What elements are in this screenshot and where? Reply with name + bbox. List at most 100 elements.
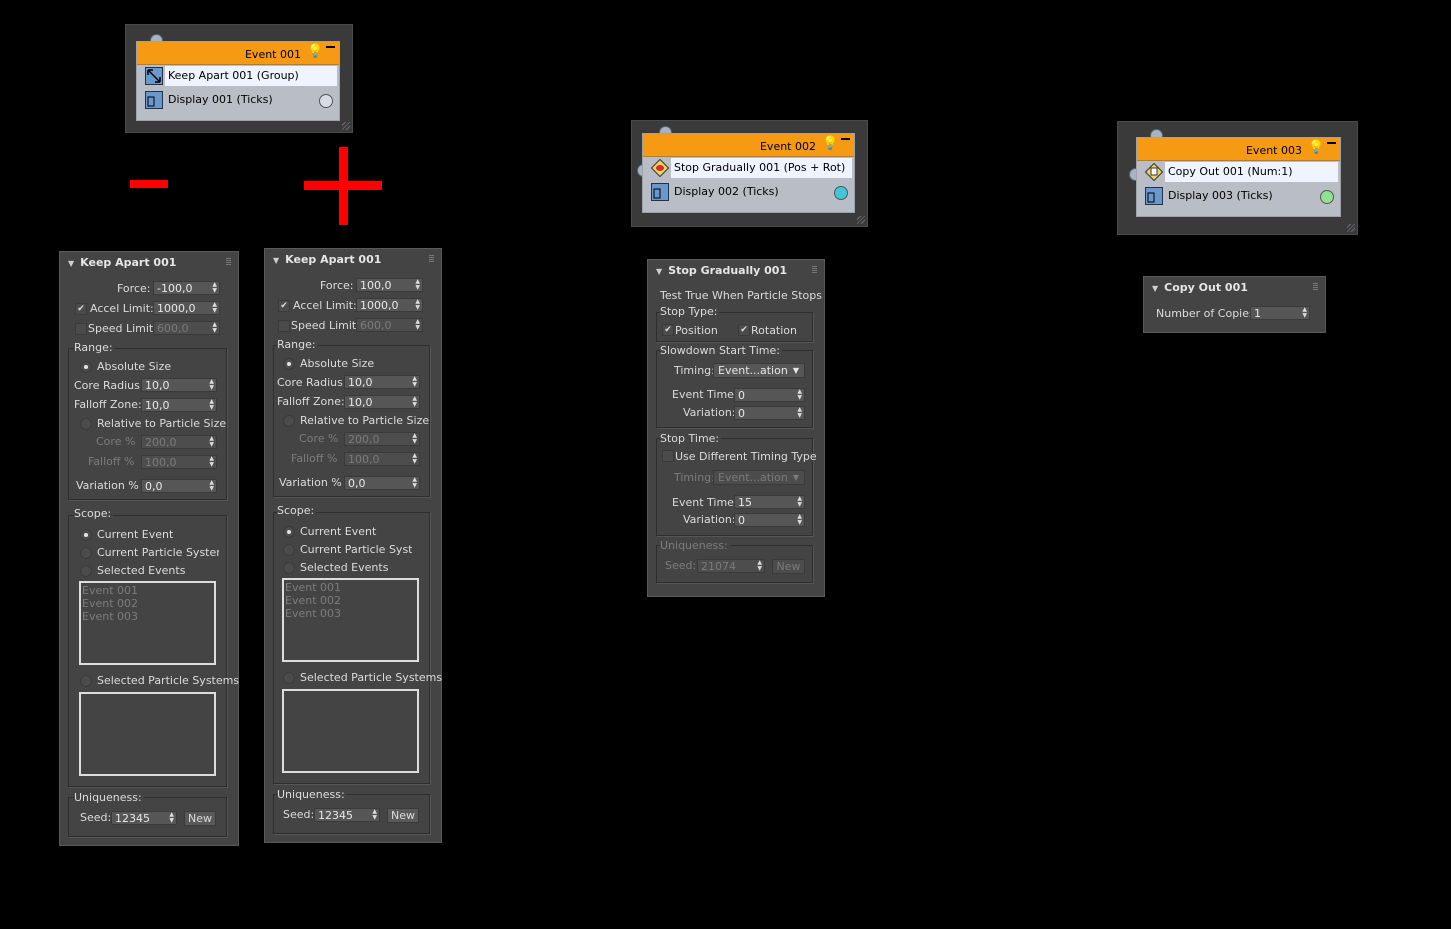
timing-dropdown[interactable]: Event...ation ▼ [713,363,805,378]
event-001-node[interactable]: Event 001 💡 Keep Apart 001 (Group) Displ… [125,24,353,133]
speed-limit-checkbox[interactable] [278,320,290,332]
lightbulb-icon[interactable]: 💡 [822,136,838,152]
resize-grip[interactable] [342,122,350,130]
rollout-header[interactable]: ▼ Stop Gradually 001 [656,264,787,277]
collapse-triangle-icon[interactable]: ▼ [1152,284,1158,293]
seed-spinner[interactable]: 12345 ▲ ▼ [314,808,380,822]
new-seed-button[interactable]: New [772,559,805,574]
operator-display[interactable]: Display 003 (Ticks) [1137,185,1340,209]
spinner-arrows-icon[interactable]: ▲ ▼ [372,809,377,821]
spinner-arrows-icon[interactable]: ▲ ▼ [412,433,417,445]
collapse-triangle-icon[interactable]: ▼ [273,256,279,265]
seed-spinner[interactable]: 12345 ▲ ▼ [111,811,177,825]
collapse-triangle-icon[interactable]: ▼ [656,267,662,276]
spinner-arrows-icon[interactable]: ▲ ▼ [412,477,417,489]
spinner-arrows-icon[interactable]: ▲ ▼ [415,299,420,311]
spinner-arrows-icon[interactable]: ▲ ▼ [209,436,214,448]
relative-size-radio[interactable] [80,418,92,430]
new-seed-button[interactable]: New [184,811,216,826]
resize-grip[interactable] [857,216,865,224]
list-item[interactable]: Event 003 [285,607,416,620]
spinner-arrows-icon[interactable]: ▲ ▼ [212,322,217,334]
spinner-arrows-icon[interactable]: ▲ ▼ [212,282,217,294]
spinner-arrows-icon[interactable]: ▲ ▼ [797,496,802,508]
list-item[interactable]: Event 003 [82,610,213,623]
timing2-dropdown[interactable]: Event...ation ▼ [713,470,805,485]
lightbulb-icon[interactable]: 💡 [1308,140,1324,156]
operator-display[interactable]: Display 001 (Ticks) [137,89,339,113]
spinner-arrows-icon[interactable]: ▲ ▼ [1302,307,1307,319]
speed-limit-spinner[interactable]: 600,0 ▲ ▼ [153,321,220,335]
speed-limit-spinner[interactable]: 600,0 ▲ ▼ [356,318,423,332]
spinner-arrows-icon[interactable]: ▲ ▼ [415,319,420,331]
spinner-arrows-icon[interactable]: ▲ ▼ [212,302,217,314]
spinner-arrows-icon[interactable]: ▲ ▼ [757,560,762,572]
variation2-spinner[interactable]: 0 ▲ ▼ [734,513,805,527]
systems-listbox[interactable] [282,689,419,773]
minimize-icon[interactable] [1327,142,1336,144]
falloff-pct-spinner[interactable]: 100,0 ▲ ▼ [141,455,217,469]
spinner-arrows-icon[interactable]: ▲ ▼ [412,453,417,465]
spinner-arrows-icon[interactable]: ▲ ▼ [209,399,214,411]
drag-grip-icon[interactable] [429,255,434,262]
event-time2-spinner[interactable]: 15 ▲ ▼ [734,495,805,509]
spinner-arrows-icon[interactable]: ▲ ▼ [415,279,420,291]
event-time-spinner[interactable]: 0 ▲ ▼ [734,388,805,402]
lightbulb-icon[interactable]: 💡 [307,44,323,60]
seed-spinner[interactable]: 21074 ▲ ▼ [697,559,765,573]
falloff-pct-spinner[interactable]: 100,0 ▲ ▼ [344,452,420,466]
event-003-node[interactable]: Event 003 💡 Copy Out 001 (Num:1) Display… [1117,121,1358,235]
position-checkbox[interactable]: ✔ [662,324,674,336]
falloff-zone-spinner[interactable]: 10,0 ▲ ▼ [344,395,420,409]
drag-grip-icon[interactable] [812,266,817,273]
variation-spinner[interactable]: 0,0 ▲ ▼ [141,479,217,493]
force-spinner[interactable]: -100,0 ▲ ▼ [153,281,220,295]
rotation-checkbox[interactable]: ✔ [738,324,750,336]
selected-systems-radio[interactable] [80,675,92,687]
core-pct-spinner[interactable]: 200,0 ▲ ▼ [141,435,217,449]
drag-grip-icon[interactable] [226,258,231,265]
event-001-header[interactable]: Event 001 💡 [137,42,339,65]
operator-display[interactable]: Display 002 (Ticks) [643,181,854,205]
rollout-header[interactable]: ▼ Keep Apart 001 [68,256,176,269]
accel-limit-spinner[interactable]: 1000,0 ▲ ▼ [356,298,423,312]
different-timing-checkbox[interactable] [662,450,674,462]
spinner-arrows-icon[interactable]: ▲ ▼ [412,396,417,408]
operator-keep-apart[interactable]: Keep Apart 001 (Group) [137,65,339,89]
resize-grip[interactable] [1347,224,1355,232]
minimize-icon[interactable] [841,138,850,140]
copies-spinner[interactable]: 1 ▲ ▼ [1250,306,1310,320]
list-item[interactable]: Event 002 [285,594,416,607]
rollout-header[interactable]: ▼ Copy Out 001 [1152,281,1248,294]
spinner-arrows-icon[interactable]: ▲ ▼ [797,514,802,526]
operator-stop-gradually[interactable]: Stop Gradually 001 (Pos + Rot) [643,157,854,181]
events-listbox[interactable]: Event 001 Event 002 Event 003 [282,578,419,662]
spinner-arrows-icon[interactable]: ▲ ▼ [797,407,802,419]
event-002-node[interactable]: Event 002 💡 Stop Gradually 001 (Pos + Ro… [631,120,868,227]
spinner-arrows-icon[interactable]: ▲ ▼ [209,379,214,391]
selected-systems-radio[interactable] [283,672,295,684]
list-item[interactable]: Event 001 [285,581,416,594]
speed-limit-checkbox[interactable] [75,323,87,335]
rollout-header[interactable]: ▼ Keep Apart 001 [273,253,381,266]
spinner-arrows-icon[interactable]: ▲ ▼ [209,456,214,468]
absolute-size-radio[interactable] [283,358,295,370]
new-seed-button[interactable]: New [387,808,419,823]
falloff-zone-spinner[interactable]: 10,0 ▲ ▼ [141,398,217,412]
list-item[interactable]: Event 001 [82,584,213,597]
current-event-radio[interactable] [80,529,92,541]
current-event-radio[interactable] [283,526,295,538]
selected-events-radio[interactable] [80,565,92,577]
spinner-arrows-icon[interactable]: ▲ ▼ [412,376,417,388]
minimize-icon[interactable] [326,46,335,48]
relative-size-radio[interactable] [283,415,295,427]
current-system-radio[interactable] [283,544,295,556]
spinner-arrows-icon[interactable]: ▲ ▼ [209,480,214,492]
display-color-swatch[interactable] [1320,190,1334,204]
variation-spinner[interactable]: 0,0 ▲ ▼ [344,476,420,490]
display-color-swatch[interactable] [319,94,333,108]
core-radius-spinner[interactable]: 10,0 ▲ ▼ [344,375,420,389]
spinner-arrows-icon[interactable]: ▲ ▼ [797,389,802,401]
systems-listbox[interactable] [79,692,216,776]
list-item[interactable]: Event 002 [82,597,213,610]
